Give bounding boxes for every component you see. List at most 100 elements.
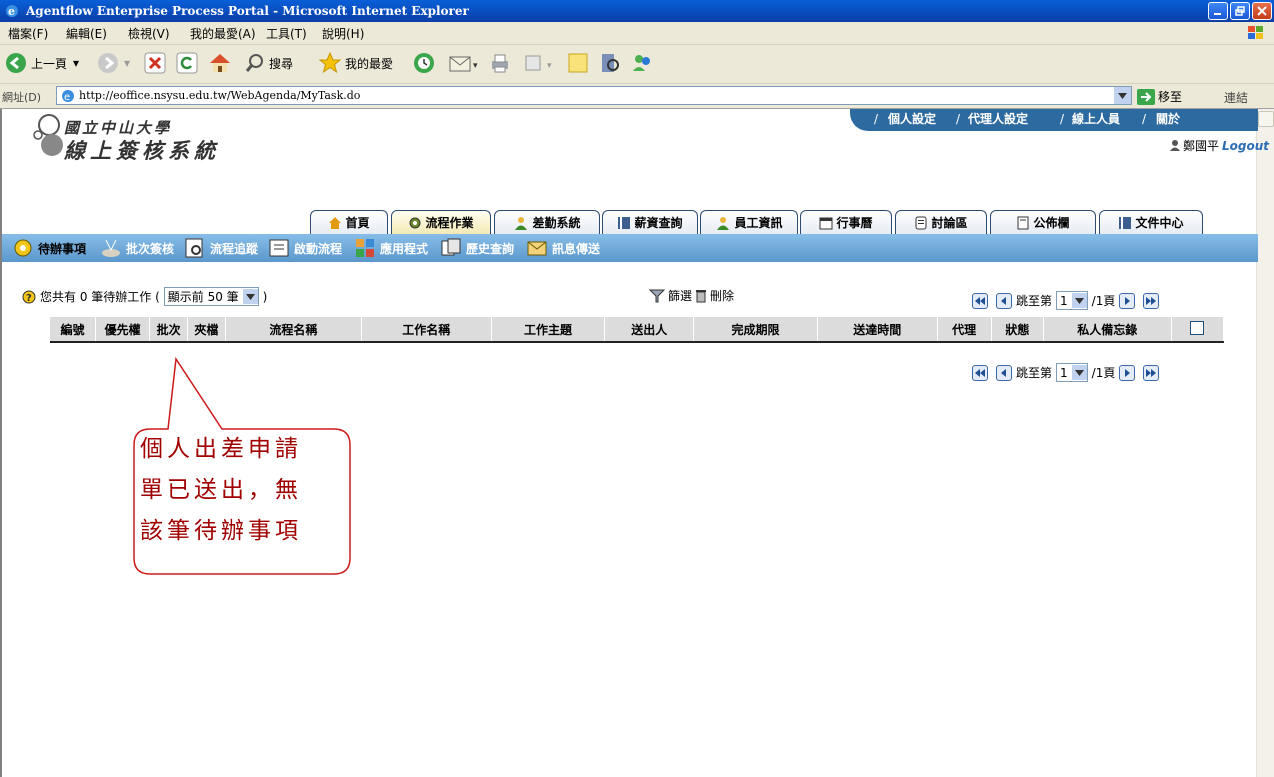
subnav-process-tracking[interactable]: 流程追蹤 — [184, 237, 258, 259]
top-link-online-users[interactable]: 線上人員 — [1072, 109, 1120, 129]
menu-favorites[interactable]: 我的最愛(A) — [190, 25, 256, 42]
vertical-scrollbar[interactable] — [1256, 109, 1274, 777]
callout-text: 個人出差申請 單已送出，無 該筆待辦事項 — [134, 429, 354, 552]
display-count-dropdown-button[interactable] — [242, 289, 258, 304]
forward-button[interactable]: ▾ — [96, 49, 130, 77]
select-all-checkbox[interactable] — [1190, 320, 1205, 335]
back-button[interactable]: 上一頁 ▾ — [4, 49, 79, 77]
first-page-button[interactable] — [972, 292, 988, 309]
filter-button[interactable]: 篩選 — [668, 287, 692, 304]
last-page-button[interactable] — [1143, 292, 1160, 309]
subnav-history[interactable]: 歷史查詢 — [440, 237, 514, 259]
top-link-about[interactable]: 關於 — [1156, 109, 1180, 129]
refresh-button[interactable] — [176, 49, 198, 77]
tab-bulletin[interactable]: 公佈欄 — [990, 210, 1096, 234]
stop-button[interactable] — [144, 49, 166, 77]
subnav-applications[interactable]: 應用程式 — [354, 237, 428, 259]
book-icon — [1119, 216, 1132, 229]
task-table: 編號 優先權 批次 夾檔 流程名稱 工作名稱 工作主題 送出人 完成期限 送達時… — [50, 317, 1225, 343]
chevron-down-icon — [245, 293, 255, 300]
page-dropdown-button[interactable] — [1071, 293, 1087, 308]
tab-employee-info[interactable]: 員工資訊 — [700, 210, 798, 234]
search-button[interactable]: 搜尋 — [244, 49, 293, 77]
minimize-button[interactable] — [1208, 2, 1228, 20]
menu-tools[interactable]: 工具(T) — [266, 25, 307, 42]
tab-forum[interactable]: 討論區 — [895, 210, 987, 234]
back-arrow-icon — [6, 53, 26, 73]
page-total: /1頁 — [1091, 366, 1116, 380]
column-header-select-all[interactable] — [1171, 317, 1225, 342]
tab-calendar[interactable]: 行事曆 — [800, 210, 892, 234]
menu-edit[interactable]: 編輯(E) — [66, 25, 107, 42]
home-button[interactable] — [208, 49, 232, 77]
column-header-delegate[interactable]: 代理 — [937, 317, 992, 342]
subnav-send-message[interactable]: 訊息傳送 — [526, 237, 600, 259]
print-button[interactable] — [488, 49, 512, 77]
restore-button[interactable] — [1230, 2, 1250, 20]
gear-icon — [409, 217, 421, 228]
history-button[interactable] — [412, 49, 436, 77]
page-select[interactable]: 1 — [1056, 363, 1088, 382]
column-header-priority[interactable]: 優先權 — [95, 317, 151, 342]
subnav-start-process[interactable]: 啟動流程 — [268, 237, 342, 259]
logout-link[interactable]: Logout — [1222, 139, 1269, 153]
prev-page-icon — [1001, 296, 1006, 305]
column-header-arrival-time[interactable]: 送達時間 — [817, 317, 938, 342]
column-header-process-name[interactable]: 流程名稱 — [225, 317, 362, 342]
filter-icon — [649, 289, 665, 302]
subnav-todo[interactable]: 待辦事項 — [12, 237, 86, 259]
first-page-button[interactable] — [972, 364, 988, 381]
links-toolbar[interactable]: 連結 — [1224, 89, 1248, 106]
column-header-work-subject[interactable]: 工作主題 — [491, 317, 606, 342]
column-header-memo[interactable]: 私人備忘錄 — [1043, 317, 1172, 342]
address-dropdown-button[interactable] — [1114, 87, 1131, 104]
browser-toolbar: 上一頁 ▾ ▾ 搜尋 我的最愛 ▾ ▾ — [0, 45, 1274, 84]
last-page-button[interactable] — [1143, 364, 1160, 381]
scroll-up-button[interactable] — [1258, 111, 1274, 127]
column-header-batch[interactable]: 批次 — [149, 317, 189, 342]
menu-view[interactable]: 檢視(V) — [128, 25, 170, 42]
subnav-batch-sign[interactable]: 批次簽核 — [100, 237, 174, 259]
edit-icon: ▾ — [525, 55, 552, 71]
address-input[interactable]: e http://eoffice.nsysu.edu.tw/WebAgenda/… — [56, 86, 1132, 105]
edit-button[interactable]: ▾ — [522, 49, 556, 77]
top-link-delegate-settings[interactable]: 代理人設定 — [968, 109, 1028, 129]
prev-page-button[interactable] — [996, 292, 1012, 309]
next-page-button[interactable] — [1119, 364, 1136, 381]
tab-process-work[interactable]: 流程作業 — [391, 210, 491, 234]
page-select[interactable]: 1 — [1056, 291, 1088, 310]
trash-icon — [696, 289, 707, 302]
favorites-button[interactable]: 我的最愛 — [318, 49, 393, 77]
home-icon — [210, 54, 230, 72]
last-page-icon — [1146, 296, 1157, 305]
display-count-select[interactable]: 顯示前 50 筆 — [163, 287, 259, 306]
column-header-work-name[interactable]: 工作名稱 — [361, 317, 492, 342]
tab-attendance[interactable]: 差勤系統 — [494, 210, 600, 234]
prev-page-button[interactable] — [996, 364, 1012, 381]
page-dropdown-button[interactable] — [1071, 365, 1087, 380]
discuss-button[interactable] — [566, 49, 590, 77]
chevron-down-icon — [1074, 369, 1084, 376]
batch-icon — [102, 239, 120, 257]
tab-salary[interactable]: 薪資查詢 — [602, 210, 698, 234]
top-link-personal-settings[interactable]: 個人設定 — [888, 109, 936, 129]
column-header-sender[interactable]: 送出人 — [604, 317, 695, 342]
menu-help[interactable]: 說明(H) — [322, 25, 364, 42]
next-page-button[interactable] — [1119, 292, 1136, 309]
messenger-button[interactable] — [630, 49, 654, 77]
close-button[interactable] — [1252, 2, 1272, 20]
delete-button[interactable]: 刪除 — [710, 287, 734, 304]
column-header-status[interactable]: 狀態 — [991, 317, 1044, 342]
top-links-bar: / 個人設定 / 代理人設定 / 線上人員 / 關於 — [850, 109, 1258, 131]
column-header-attachment[interactable]: 夾檔 — [187, 317, 226, 342]
person-icon — [515, 216, 528, 230]
research-button[interactable] — [598, 49, 622, 77]
chevron-down-icon — [1118, 92, 1127, 99]
go-button[interactable]: 移至 — [1137, 88, 1182, 105]
column-header-deadline[interactable]: 完成期限 — [693, 317, 818, 342]
mail-button[interactable]: ▾ — [448, 49, 482, 77]
menu-file[interactable]: 檔案(F) — [8, 25, 48, 42]
tab-documents[interactable]: 文件中心 — [1099, 210, 1203, 234]
column-header-id[interactable]: 編號 — [50, 317, 96, 342]
tab-home[interactable]: 首頁 — [310, 210, 388, 234]
